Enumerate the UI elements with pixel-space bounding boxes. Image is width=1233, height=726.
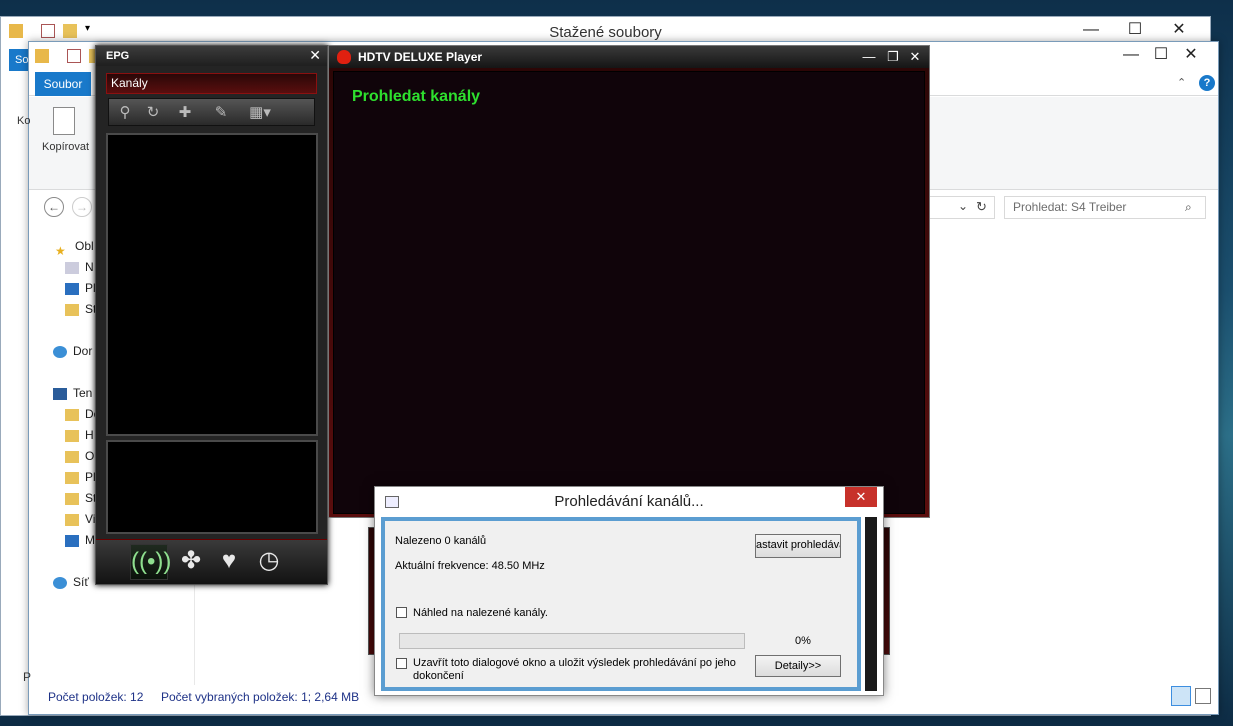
close-save-checkbox[interactable] (396, 658, 407, 669)
properties-icon[interactable] (67, 49, 81, 63)
player-window: HDTV DELUXE Player — ❐ ✕ Prohledat kanál… (328, 45, 930, 518)
grid-view-icon[interactable]: ▦▾ (247, 103, 273, 123)
selected-count: Počet vybraných položek: 1; 2,64 MB (161, 690, 360, 704)
screen-status-text: Prohledat kanály (352, 88, 481, 105)
close-button[interactable]: ✕ (905, 46, 925, 68)
player-title: HDTV DELUXE Player (329, 46, 929, 68)
antenna-icon[interactable]: ((•)) (130, 544, 171, 580)
dialog-title: Prohledávání kanálů... (375, 487, 883, 517)
chevron-down-icon[interactable]: ⌄ (958, 199, 968, 213)
folder-icon (65, 450, 79, 463)
scan-icon[interactable]: ⚲ (115, 103, 135, 123)
downloads-icon (65, 303, 79, 316)
puzzle-icon[interactable]: ✤ (172, 544, 210, 580)
preview-label: Náhled na nalezené kanály. (413, 607, 548, 619)
ribbon-left-label: Ko (17, 115, 31, 127)
progress-percent: 0% (795, 635, 811, 647)
drive-icon (65, 534, 79, 547)
stop-scan-button[interactable]: astavit prohledává (755, 534, 841, 558)
search-icon: ⌕ (1185, 200, 1192, 214)
restore-button[interactable]: ❐ (883, 46, 903, 68)
preview-checkbox[interactable] (396, 607, 407, 618)
folder-icon (65, 408, 79, 421)
dialog-body: Nalezeno 0 kanálů Aktuální frekvence: 48… (385, 521, 857, 687)
nav-item[interactable]: O (65, 446, 94, 466)
nav-item[interactable]: N (65, 257, 94, 277)
channel-info (106, 440, 318, 534)
large-icons-view-icon[interactable] (1195, 688, 1211, 704)
refresh-icon[interactable]: ↻ (976, 199, 987, 215)
dialog-side-strip (865, 517, 877, 691)
nav-item-network[interactable]: Síť (53, 572, 89, 592)
nav-item[interactable]: St (65, 299, 96, 319)
folder-icon (65, 492, 79, 505)
folder-icon[interactable] (35, 49, 49, 63)
homegroup-icon (53, 345, 67, 358)
folder-icon (65, 429, 79, 442)
recent-places-icon (65, 261, 79, 274)
scan-dialog: Prohledávání kanálů... ✕ Nalezeno 0 kaná… (374, 486, 884, 696)
nav-item-this-pc[interactable]: Ten (53, 383, 92, 403)
add-icon[interactable]: ✚ (175, 103, 195, 123)
epg-bottom-bar: ((•)) ✤ ♥ ◷ (96, 539, 327, 584)
dialog-frame: Nalezeno 0 kanálů Aktuální frekvence: 48… (381, 517, 861, 691)
computer-icon (53, 387, 67, 400)
copy-button-label[interactable]: Kopírovat (42, 141, 89, 153)
minimize-button[interactable]: — (859, 46, 879, 68)
epg-title: EPG (96, 46, 327, 66)
details-view-icon[interactable] (1171, 686, 1191, 706)
video-screen[interactable]: Prohledat kanály (333, 71, 925, 514)
nav-item-homegroup[interactable]: Dor (53, 341, 92, 361)
nav-item[interactable]: Vi (65, 509, 95, 529)
epg-panel: EPG ✕ Kanály ⚲ ↻ ✚ ✎ ▦▾ ((•)) ✤ ♥ ◷ (95, 45, 328, 585)
copy-icon[interactable] (53, 107, 75, 135)
app-icon (385, 496, 399, 508)
collapse-ribbon-icon[interactable]: ⌃ (1177, 76, 1186, 89)
nav-item[interactable]: H (65, 425, 94, 445)
desktop-icon (65, 282, 79, 295)
scan-progress-bar (399, 633, 745, 649)
close-save-label: Uzavřít toto dialogové okno a uložit výs… (413, 657, 736, 682)
nav-item[interactable]: Pl (65, 278, 96, 298)
search-input[interactable]: Prohledat: S4 Treiber (1004, 196, 1206, 219)
heart-icon[interactable]: ♥ (210, 544, 248, 580)
nav-item-favorites[interactable]: ★ Obl (55, 236, 94, 258)
close-button[interactable]: ✕ (845, 487, 877, 507)
epg-toolbar: ⚲ ↻ ✚ ✎ ▦▾ (108, 98, 315, 126)
help-icon[interactable]: ? (1199, 75, 1215, 91)
clock-icon[interactable]: ◷ (250, 544, 288, 580)
folder-icon (65, 513, 79, 526)
refresh-icon[interactable]: ↻ (143, 103, 163, 123)
status-left-label: P (23, 670, 32, 684)
back-icon[interactable]: ← (44, 197, 64, 217)
close-button[interactable]: ✕ (1169, 42, 1213, 70)
window-title: Stažené soubory (549, 24, 662, 41)
folder-icon (65, 471, 79, 484)
item-count: Počet položek: 12 (48, 690, 144, 704)
forward-icon[interactable]: → (72, 197, 92, 217)
current-frequency: Aktuální frekvence: 48.50 MHz (395, 560, 545, 572)
nav-item[interactable]: Pl (65, 467, 96, 487)
channel-list[interactable] (106, 133, 318, 436)
file-tab[interactable]: Soubor (35, 72, 91, 96)
nav-item[interactable]: M (65, 530, 95, 550)
nav-item[interactable]: St (65, 488, 96, 508)
found-count: Nalezeno 0 kanálů (395, 535, 487, 547)
flame-logo-icon (337, 50, 351, 64)
star-icon: ★ (55, 243, 66, 258)
details-button[interactable]: Detaily>> (755, 655, 841, 677)
edit-icon[interactable]: ✎ (211, 103, 231, 123)
network-icon (53, 576, 67, 589)
channels-header[interactable]: Kanály (106, 73, 317, 94)
close-button[interactable]: ✕ (309, 46, 321, 64)
